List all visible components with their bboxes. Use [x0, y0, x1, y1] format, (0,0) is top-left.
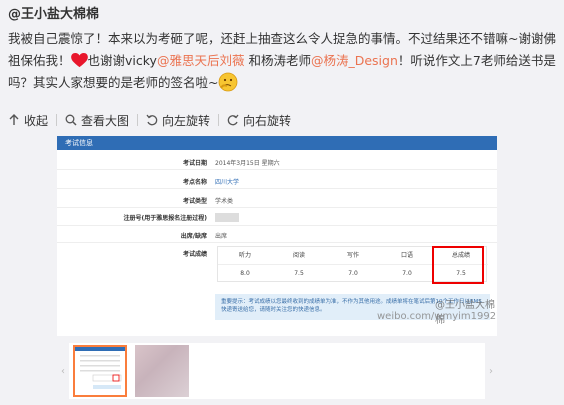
text-segment-2: 也谢谢vicky	[87, 53, 157, 68]
rotate-left-icon	[146, 114, 158, 126]
score-value: 8.0	[240, 270, 250, 277]
mention-link-liuwei[interactable]: @雅思天后刘薇	[157, 53, 245, 68]
site-value: 四川大学	[215, 179, 240, 186]
date-label: 考试日期	[182, 160, 207, 167]
score-label: 考试成绩	[182, 251, 207, 258]
score-col-listening: 听力 8.0	[218, 247, 272, 283]
score-value: 7.0	[348, 270, 358, 277]
type-value: 学术类	[215, 198, 234, 205]
rotate-right-button[interactable]: 向右旋转	[227, 112, 291, 129]
watermark-url: weibo.com/wmyim1992728	[377, 311, 497, 322]
score-col-writing: 写作 7.0	[326, 247, 380, 283]
speaking-score-highlight-box	[432, 246, 484, 284]
score-col-reading: 阅读 7.5	[272, 247, 326, 283]
thinking-emoji-icon	[219, 72, 238, 92]
score-col-speaking: 口语 7.0	[380, 247, 434, 283]
row-divider	[57, 207, 497, 208]
attendance-value: 出席	[215, 233, 228, 240]
type-label: 考试类型	[182, 198, 207, 205]
mention-link-yangtao[interactable]: @杨涛_Design	[311, 53, 398, 68]
view-large-label: 查看大图	[81, 113, 130, 128]
magnifier-icon	[65, 114, 77, 126]
score-header: 口语	[380, 247, 434, 265]
row-divider	[57, 242, 497, 243]
author-link[interactable]: @王小盐大棉棉	[8, 7, 99, 22]
toolbar-divider	[56, 114, 58, 126]
collapse-label: 收起	[24, 113, 49, 128]
date-value: 2014年3月15日 星期六	[215, 160, 280, 167]
weibo-post: @王小盐大棉棉 我被自己震惊了！本来以为考砸了呢，还赶上抽查这么令人捉急的事情。…	[8, 4, 558, 94]
doc-header: 考试信息	[57, 136, 497, 150]
arrow-up-icon	[9, 114, 19, 125]
toolbar-divider	[218, 114, 220, 126]
rotate-left-label: 向左旋转	[162, 113, 211, 128]
score-header: 阅读	[272, 247, 326, 265]
registration-value-blurred	[215, 213, 239, 222]
thumbnail-strip: ‹ ›	[57, 343, 497, 399]
post-text: 我被自己震惊了！本来以为考砸了呢，还赶上抽查这么令人捉急的事情。不过结果还不错嘛…	[8, 28, 558, 94]
rotate-left-button[interactable]: 向左旋转	[146, 112, 210, 129]
site-label: 考点名称	[182, 179, 207, 186]
text-segment-3: 和杨涛老师	[244, 53, 311, 68]
view-large-button[interactable]: 查看大图	[65, 112, 129, 129]
registration-label: 注册号(用于雅思报名注册过程)	[123, 215, 208, 222]
post-author[interactable]: @王小盐大棉棉	[8, 4, 558, 26]
toolbar-divider	[137, 114, 139, 126]
score-header: 写作	[326, 247, 380, 265]
image-toolbar: 收起 查看大图 向左旋转 向右旋转	[8, 112, 291, 128]
thumbnail-2[interactable]	[135, 345, 189, 397]
thumb-prev-arrow-icon[interactable]: ‹	[57, 343, 69, 399]
attendance-label: 出席/缺席	[180, 233, 207, 240]
row-divider	[57, 188, 497, 189]
collapse-button[interactable]: 收起	[8, 112, 48, 129]
thumbnail-preview-image	[75, 347, 125, 389]
score-value: 7.5	[294, 270, 304, 277]
score-value: 7.0	[402, 270, 412, 277]
heart-emoji-icon	[70, 53, 88, 68]
row-divider	[57, 225, 497, 226]
row-divider	[57, 169, 497, 170]
score-header: 听力	[218, 247, 272, 265]
rotate-right-label: 向右旋转	[243, 113, 292, 128]
rotate-right-icon	[227, 114, 239, 126]
large-image-score-report[interactable]: 考试信息 考试日期 2014年3月15日 星期六 考点名称 四川大学 考试类型 …	[57, 136, 497, 336]
thumbnail-1-selected[interactable]	[73, 345, 127, 397]
thumb-next-arrow-icon[interactable]: ›	[485, 343, 497, 399]
